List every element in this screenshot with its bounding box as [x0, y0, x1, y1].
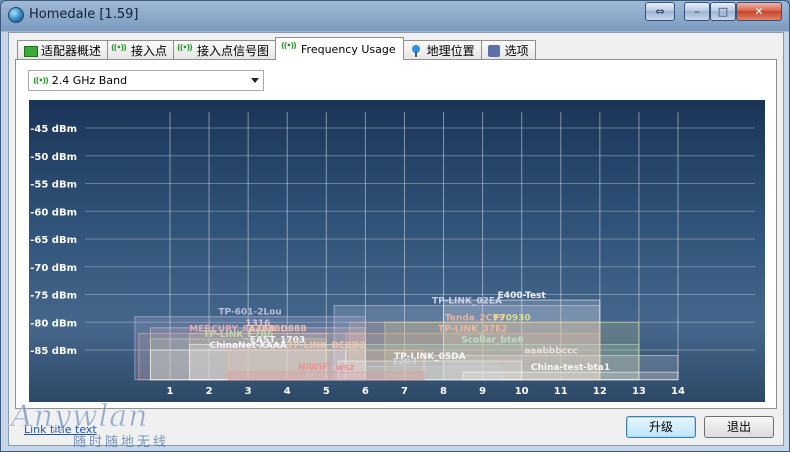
x-tick-label: 10: [515, 386, 529, 397]
y-tick-label: -80 dBm: [30, 318, 77, 329]
x-tick-label: 6: [362, 386, 369, 397]
x-tick-label: 2: [206, 386, 213, 397]
tab-options[interactable]: 选项: [480, 40, 536, 60]
x-tick-label: 3: [245, 386, 252, 397]
tab-strip: 适配器概述 接入点 接入点信号图 Frequency Usage 地理位置 选项: [17, 37, 536, 60]
y-tick-label: -45 dBm: [30, 124, 77, 135]
tab-frequency-usage[interactable]: Frequency Usage: [275, 37, 404, 60]
y-tick-label: -50 dBm: [30, 152, 77, 163]
tab-label: Frequency Usage: [301, 42, 396, 56]
network-band: [228, 371, 425, 381]
x-tick-label: 8: [440, 386, 447, 397]
restore-icon[interactable]: ⇔: [645, 2, 675, 21]
y-tick-label: -70 dBm: [30, 263, 77, 274]
x-tick-label: 9: [479, 386, 486, 397]
frequency-chart-svg: -45 dBm -50 dBm -55 dBm -60 dBm -65 dBm -70 d…: [30, 112, 755, 397]
network-label: China-test-bta1: [531, 363, 610, 373]
x-tick-label: 5: [323, 386, 330, 397]
app-icon: [8, 7, 24, 23]
tab-label: 适配器概述: [41, 44, 102, 58]
tab-signal-graph[interactable]: 接入点信号图: [173, 40, 277, 60]
network-label: TP-LINK_DECD2: [287, 341, 365, 351]
tab-adapter-overview[interactable]: 适配器概述: [17, 40, 109, 60]
network-label: 1203: [392, 358, 417, 368]
frequency-chart: -45 dBm -50 dBm -55 dBm -60 dBm -65 dBm -70 d…: [29, 100, 765, 402]
wifi-icon: [281, 41, 297, 56]
client-area: 适配器概述 接入点 接入点信号图 Frequency Usage 地理位置 选项: [8, 32, 784, 446]
frequency-usage-panel: ((•)) 2.4 GHz Band -45 dBm -50 dBm -55 dBm…: [15, 59, 777, 409]
x-tick-label: 12: [593, 386, 607, 397]
band-select[interactable]: ((•)) 2.4 GHz Band: [28, 70, 264, 91]
x-tick-label: 11: [554, 386, 568, 397]
wifi-icon: [177, 43, 193, 58]
network-label: TP-LINK_02EA: [432, 297, 502, 307]
x-tick-label: 4: [284, 386, 291, 397]
close-button[interactable]: ✕: [736, 2, 782, 21]
network-label: F70930: [493, 313, 530, 323]
app-window: Homedale [1.59] ⇔ – □ ✕ 适配器概述 接入点 接入点信号图…: [0, 0, 790, 452]
wifi-icon: ((•)): [33, 76, 49, 85]
title-bar[interactable]: Homedale [1.59] ⇔ – □ ✕: [1, 1, 789, 29]
exit-button[interactable]: 退出: [704, 416, 774, 438]
pin-icon: [409, 44, 423, 58]
y-tick-label: -85 dBm: [30, 346, 77, 357]
tab-label: 选项: [504, 44, 529, 58]
network-label: TP-601-2Lou: [218, 308, 281, 318]
x-tick-label: 14: [671, 386, 685, 397]
tab-label: 接入点信号图: [197, 44, 270, 58]
flag-icon: [23, 44, 38, 58]
x-tick-label: 13: [632, 386, 646, 397]
tab-label: 接入点: [131, 44, 168, 58]
minimize-button[interactable]: –: [684, 2, 710, 21]
y-tick-label: -55 dBm: [30, 180, 77, 191]
chevron-down-icon[interactable]: [251, 78, 259, 83]
band-select-value: 2.4 GHz Band: [51, 74, 128, 87]
y-tick-label: -75 dBm: [30, 291, 77, 302]
x-tick-label: 1: [167, 386, 174, 397]
network-label: E400-Test: [498, 291, 547, 301]
y-tick-label: -65 dBm: [30, 235, 77, 246]
wifi-icon: [111, 43, 127, 58]
network-label: aaabbbccc: [524, 347, 578, 357]
network-label: ChinaNet-XAAA: [209, 341, 286, 351]
gear-icon: [487, 44, 501, 58]
x-tick-label: 7: [401, 386, 408, 397]
tab-label: 地理位置: [426, 44, 475, 58]
watermark-slogan: 随时随地无线: [73, 435, 170, 450]
network-label: HiWiFi_wsz: [298, 363, 354, 373]
upgrade-button[interactable]: 升级: [626, 416, 696, 438]
tab-location[interactable]: 地理位置: [402, 40, 482, 60]
y-tick-label: -60 dBm: [30, 207, 77, 218]
maximize-button[interactable]: □: [710, 2, 736, 21]
tab-access-points[interactable]: 接入点: [107, 40, 175, 60]
network-band: [462, 371, 679, 381]
window-title: Homedale [1.59]: [29, 7, 139, 22]
network-label: Scollar_bta6: [461, 335, 523, 345]
watermark-logo: Anywlan: [10, 399, 149, 435]
network-label: TP-LINK_37E2: [438, 324, 507, 334]
